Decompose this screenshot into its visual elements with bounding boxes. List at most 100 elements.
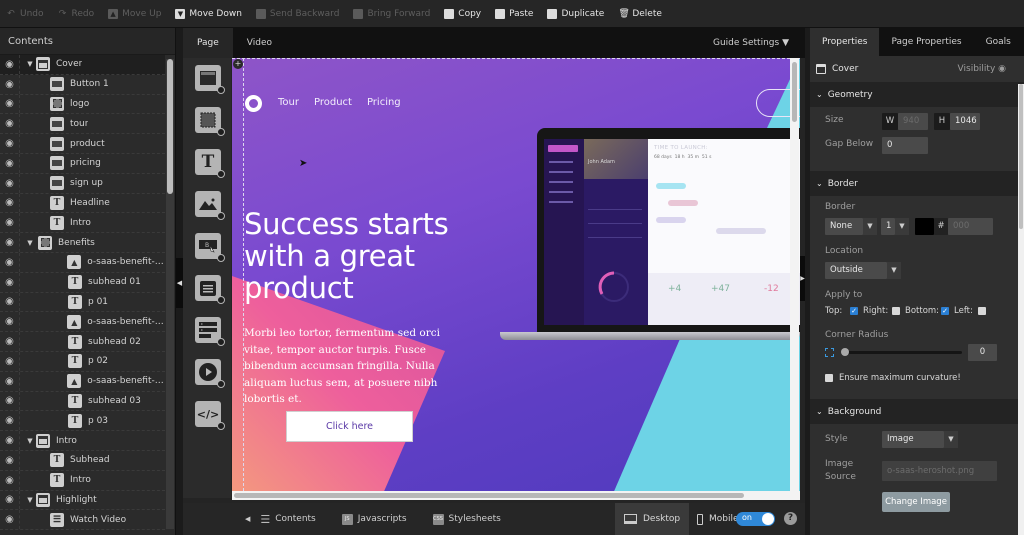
tree-item[interactable]: ◉ ▲ o-saas-benefit-i... xyxy=(0,371,165,392)
eye-icon[interactable]: ◉ xyxy=(0,470,20,490)
tree-item[interactable]: ◉ tour xyxy=(0,114,165,135)
left-checkbox[interactable] xyxy=(978,307,986,315)
tree-item[interactable]: ◉ Tp 02 xyxy=(0,351,165,372)
canvas-vertical-scrollbar[interactable] xyxy=(790,58,799,498)
site-logo[interactable] xyxy=(245,95,262,112)
copy-button[interactable]: Copy xyxy=(444,8,481,19)
tab-video[interactable]: Video xyxy=(233,28,286,58)
tree-item[interactable]: ◉ T Headline xyxy=(0,193,165,214)
gap-below-input[interactable]: 0 xyxy=(882,137,928,154)
eye-icon[interactable]: ◉ xyxy=(0,391,20,411)
tree-item[interactable]: ◉ Tsubhead 01 xyxy=(0,272,165,293)
eye-icon[interactable]: ◉ xyxy=(0,173,20,193)
eye-icon[interactable]: ◉ xyxy=(0,94,20,114)
caret-down-icon[interactable]: ▼ xyxy=(24,437,36,445)
cta-button[interactable]: Click here xyxy=(286,411,413,442)
max-curvature-checkbox[interactable] xyxy=(825,374,833,382)
list-widget[interactable] xyxy=(195,317,225,346)
background-style-select[interactable]: Image xyxy=(882,431,944,448)
caret-down-icon[interactable]: ▼ xyxy=(24,496,36,504)
tree-item[interactable]: ◉ ▼ Benefits xyxy=(0,233,165,253)
form-widget[interactable] xyxy=(195,275,225,304)
location-select[interactable]: Outside xyxy=(825,262,887,279)
box-widget[interactable] xyxy=(195,107,225,136)
video-widget[interactable] xyxy=(195,359,225,388)
laptop-mockup-image[interactable]: John Adam TIME TO LAUNCH: 68 days 18 h 3… xyxy=(500,128,800,348)
height-input[interactable]: 1046 xyxy=(950,113,980,130)
eye-icon[interactable]: ◉ xyxy=(0,490,20,510)
tree-item[interactable]: ◉ pricing xyxy=(0,153,165,174)
tab-page-properties[interactable]: Page Properties xyxy=(879,28,973,56)
eye-icon[interactable]: ◉ xyxy=(0,134,20,153)
button-widget[interactable]: B xyxy=(195,233,225,262)
canvas-horizontal-scrollbar[interactable] xyxy=(232,491,800,500)
tree-item[interactable]: ◉ Tp 01 xyxy=(0,292,165,313)
tree-item[interactable]: ◉ logo xyxy=(0,94,165,115)
tab-page[interactable]: Page xyxy=(183,28,233,58)
tree-item[interactable]: ◉ ☰ Watch Video xyxy=(0,510,165,531)
caret-down-icon[interactable]: ▼ xyxy=(863,218,877,235)
caret-down-icon[interactable]: ▼ xyxy=(887,262,901,279)
contents-scrollbar[interactable] xyxy=(166,59,174,529)
mobile-toggle[interactable]: on xyxy=(736,512,775,526)
scrollbar-thumb[interactable] xyxy=(167,59,173,194)
eye-icon[interactable]: ◉ xyxy=(0,450,20,470)
eye-icon[interactable]: ◉ xyxy=(0,351,20,371)
geometry-section-header[interactable]: ⌄ Geometry xyxy=(810,82,1024,107)
nav-pricing[interactable]: Pricing xyxy=(367,97,401,108)
intro-text[interactable]: Morbi leo tortor, fermentum sed orci vit… xyxy=(244,325,454,408)
headline[interactable]: Success starts with a great product xyxy=(244,208,449,304)
border-color-swatch[interactable] xyxy=(915,218,934,235)
delete-button[interactable]: 🗑 Delete xyxy=(618,9,662,19)
caret-down-icon[interactable]: ▼ xyxy=(944,431,958,448)
tree-item[interactable]: ◉ Tsubhead 02 xyxy=(0,332,165,352)
paste-button[interactable]: Paste xyxy=(495,8,533,19)
contents-toggle[interactable]: ☰ Contents xyxy=(260,513,315,526)
caret-down-icon[interactable]: ▼ xyxy=(24,239,36,247)
eye-icon[interactable]: ◉ xyxy=(0,213,20,233)
tree-item[interactable]: ◉ ▲ o-saas-benefit-i... xyxy=(0,312,165,333)
slider-knob[interactable] xyxy=(841,348,849,356)
page-canvas[interactable]: + Tour Product Pricing Success starts wi… xyxy=(232,58,800,496)
bring-forward-button[interactable]: Bring Forward xyxy=(353,8,430,19)
eye-icon[interactable]: ◉ xyxy=(0,193,20,213)
eye-icon[interactable]: ◉ xyxy=(0,371,20,391)
eye-icon[interactable]: ◉ xyxy=(0,272,20,292)
eye-icon[interactable]: ◉ xyxy=(0,292,20,312)
eye-icon[interactable]: ◉ xyxy=(0,233,20,252)
send-backward-button[interactable]: Send Backward xyxy=(255,8,339,19)
section-widget[interactable] xyxy=(195,65,225,94)
tree-item[interactable]: ◉ product xyxy=(0,134,165,154)
eye-icon[interactable]: ◉ xyxy=(0,510,20,530)
tree-item[interactable]: ◉ T Intro xyxy=(0,470,165,491)
eye-icon[interactable]: ◉ xyxy=(0,114,20,134)
properties-scrollbar[interactable] xyxy=(1018,84,1024,535)
tree-item[interactable]: ◉ ▼ Cover xyxy=(0,55,165,75)
text-widget[interactable]: T xyxy=(195,149,225,178)
redo-button[interactable]: ↷ Redo xyxy=(58,9,94,19)
border-section-header[interactable]: ⌄ Border xyxy=(810,171,1024,196)
tree-item[interactable]: ◉ T Intro xyxy=(0,213,165,234)
tree-item[interactable]: ◉ Tp 03 xyxy=(0,411,165,432)
guide-settings-dropdown[interactable]: Guide Settings ▼ xyxy=(713,28,789,58)
corner-radius-slider[interactable] xyxy=(844,351,962,354)
tab-goals[interactable]: Goals xyxy=(974,28,1023,56)
collapse-left-panel-button[interactable]: ◀ xyxy=(176,258,183,308)
tree-item[interactable]: ◉ sign up xyxy=(0,173,165,194)
desktop-view-button[interactable]: Desktop xyxy=(615,503,690,535)
eye-icon[interactable]: ◉ xyxy=(0,55,20,74)
code-widget[interactable]: </> xyxy=(195,401,225,430)
change-image-button[interactable]: Change Image xyxy=(882,492,950,512)
tree-item[interactable]: ◉ T Subhead xyxy=(0,450,165,471)
background-section-header[interactable]: ⌄ Background xyxy=(810,399,1024,424)
scrollbar-thumb[interactable] xyxy=(1019,84,1023,229)
eye-icon[interactable]: ◉ xyxy=(0,332,20,351)
width-input[interactable]: 940 xyxy=(898,113,928,130)
undo-button[interactable]: ↶ Undo xyxy=(6,9,43,19)
tree-item[interactable]: ◉ ▼ Intro xyxy=(0,431,165,451)
collapse-right-panel-button[interactable]: ▶ xyxy=(800,256,805,301)
eye-icon[interactable]: ◉ xyxy=(0,74,20,94)
eye-icon[interactable]: ◉ xyxy=(0,252,20,272)
caret-down-icon[interactable]: ▼ xyxy=(895,218,909,235)
javascripts-button[interactable]: JS Javascripts xyxy=(341,513,407,525)
